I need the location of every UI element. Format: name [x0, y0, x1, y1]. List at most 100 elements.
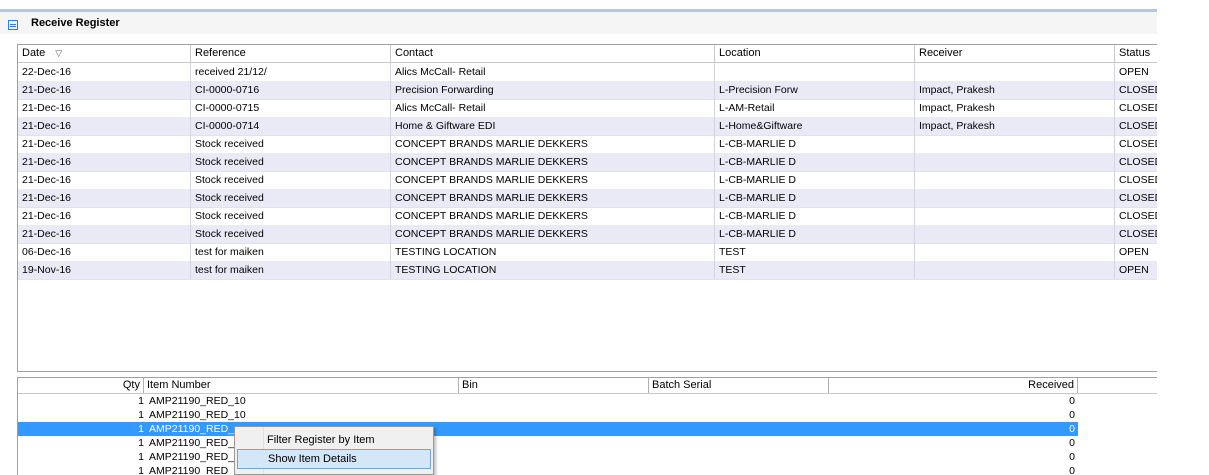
cell-qty: 1: [138, 423, 144, 435]
cell-status: CLOSED: [1119, 192, 1157, 204]
cell-reference: test for maiken: [191, 261, 391, 279]
column-header-status[interactable]: Status: [1115, 45, 1157, 62]
cell-receiver: [915, 189, 1115, 207]
cell-date: 22-Dec-16: [18, 63, 191, 81]
item-row[interactable]: 1 AMP21190_RED_10 0: [18, 394, 1078, 408]
cell-location: L-CB-MARLIE D: [715, 135, 915, 153]
cell-reference: CI-0000-0715: [191, 99, 391, 117]
column-header-item-number[interactable]: Item Number: [144, 378, 459, 393]
register-row[interactable]: 21-Dec-16 CI-0000-0716 Precision Forwardin…: [18, 81, 1157, 100]
cell-received: 0: [1069, 409, 1075, 421]
item-row[interactable]: 1 AMP21190_RED_10 0: [18, 408, 1078, 422]
cell-location: TEST: [715, 243, 915, 261]
cell-location: [715, 63, 915, 81]
column-header-batch-serial[interactable]: Batch Serial: [649, 378, 829, 393]
receive-register-grid[interactable]: Date ▽ Reference Contact Location Receive…: [17, 44, 1157, 372]
cell-contact: TESTING LOCATION: [391, 261, 715, 279]
cell-receiver: [915, 63, 1115, 81]
cell-status: CLOSED: [1119, 102, 1157, 114]
register-row[interactable]: 21-Dec-16 Stock received CONCEPT BRANDS MA…: [18, 153, 1157, 172]
register-header-row: Date ▽ Reference Contact Location Receive…: [18, 45, 1157, 63]
cell-receiver: [915, 153, 1115, 171]
register-row[interactable]: 21-Dec-16 Stock received CONCEPT BRANDS MA…: [18, 207, 1157, 226]
column-header-receiver[interactable]: Receiver: [915, 45, 1115, 62]
register-row[interactable]: 21-Dec-16 Stock received CONCEPT BRANDS MA…: [18, 135, 1157, 154]
cell-received: 0: [1069, 395, 1075, 407]
cell-reference: Stock received: [191, 189, 391, 207]
cell-location: L-CB-MARLIE D: [715, 153, 915, 171]
column-header-date[interactable]: Date ▽: [18, 45, 191, 62]
cell-receiver: Impact, Prakesh: [915, 99, 1115, 117]
cell-contact: CONCEPT BRANDS MARLIE DEKKERS: [391, 153, 715, 171]
cell-reference: Stock received: [191, 225, 391, 243]
cell-reference: test for maiken: [191, 243, 391, 261]
cell-qty: 1: [138, 409, 144, 421]
register-row[interactable]: 22-Dec-16 received 21/12/Alics McCall- Re…: [18, 63, 1157, 82]
cell-reference: Stock received: [191, 153, 391, 171]
cell-receiver: [915, 243, 1115, 261]
panel-header: [0, 12, 1157, 34]
cell-qty: 1: [138, 437, 144, 449]
cell-contact: TESTING LOCATION: [391, 243, 715, 261]
cell-date: 06-Dec-16: [18, 243, 191, 261]
cell-contact: CONCEPT BRANDS MARLIE DEKKERS: [391, 207, 715, 225]
item-row[interactable]: 1 AMP21190_RED_ 0: [18, 436, 1078, 450]
cell-contact: Alics McCall- Retail: [391, 63, 715, 81]
cell-contact: CONCEPT BRANDS MARLIE DEKKERS: [391, 225, 715, 243]
column-header-location[interactable]: Location: [715, 45, 915, 62]
cell-location: L-CB-MARLIE D: [715, 207, 915, 225]
cell-date: 21-Dec-16: [18, 153, 191, 171]
cell-received: 0: [1069, 465, 1075, 475]
cell-item-number: AMP21190_RED_10: [149, 395, 246, 407]
cell-date: 21-Dec-16: [18, 225, 191, 243]
cell-receiver: Impact, Prakesh: [915, 81, 1115, 99]
cell-status: CLOSED: [1119, 120, 1157, 132]
item-row-selected[interactable]: 1 AMP21190_RED_ 0: [18, 422, 1078, 436]
column-header-bin[interactable]: Bin: [459, 378, 649, 393]
cell-contact: CONCEPT BRANDS MARLIE DEKKERS: [391, 171, 715, 189]
cell-status: CLOSED: [1119, 138, 1157, 150]
column-header-contact[interactable]: Contact: [391, 45, 715, 62]
cell-date: 21-Dec-16: [18, 117, 191, 135]
cell-status: OPEN: [1119, 246, 1149, 258]
cell-reference: Stock received: [191, 135, 391, 153]
cell-received: 0: [1069, 437, 1075, 449]
register-row[interactable]: 21-Dec-16 Stock received CONCEPT BRANDS MA…: [18, 171, 1157, 190]
cell-date: 21-Dec-16: [18, 81, 191, 99]
cell-status: CLOSED: [1119, 210, 1157, 222]
cell-status: CLOSED: [1119, 156, 1157, 168]
cell-contact: CONCEPT BRANDS MARLIE DEKKERS: [391, 189, 715, 207]
menu-item-show-item-details[interactable]: Show Item Details: [237, 449, 431, 469]
register-row[interactable]: 19-Nov-16 test for maiken TESTING LOCATION…: [18, 261, 1157, 280]
register-items-grid[interactable]: Qty Item Number Bin Batch Serial Receive…: [17, 377, 1157, 475]
cell-date: 21-Dec-16: [18, 171, 191, 189]
cell-location: L-Home&Giftware: [715, 117, 915, 135]
item-row[interactable]: 1 AMP21190_RED 0: [18, 464, 1078, 475]
column-header-reference[interactable]: Reference: [191, 45, 391, 62]
register-row[interactable]: 21-Dec-16 CI-0000-0714 Home & Giftware EDI…: [18, 117, 1157, 136]
register-row[interactable]: 21-Dec-16 Stock received CONCEPT BRANDS MA…: [18, 225, 1157, 244]
cell-status: CLOSED: [1119, 174, 1157, 186]
item-row[interactable]: 1 AMP21190_RED_ 0: [18, 450, 1078, 464]
cell-contact: Precision Forwarding: [391, 81, 715, 99]
cell-reference: CI-0000-0714: [191, 117, 391, 135]
cell-date: 21-Dec-16: [18, 189, 191, 207]
column-header-qty[interactable]: Qty: [18, 378, 144, 393]
cell-received: 0: [1069, 451, 1075, 463]
cell-receiver: Impact, Prakesh: [915, 117, 1115, 135]
cell-status: OPEN: [1119, 66, 1149, 78]
cell-date: 21-Dec-16: [18, 99, 191, 117]
cell-item-number: AMP21190_RED_10: [149, 409, 246, 421]
register-row[interactable]: 21-Dec-16 Stock received CONCEPT BRANDS MA…: [18, 189, 1157, 208]
register-row[interactable]: 21-Dec-16 CI-0000-0715 Alics McCall- Retai…: [18, 99, 1157, 118]
cell-location: L-CB-MARLIE D: [715, 171, 915, 189]
cell-reference: Stock received: [191, 207, 391, 225]
cell-qty: 1: [138, 395, 144, 407]
collapse-panel-icon[interactable]: [8, 20, 18, 30]
column-header-received[interactable]: Received: [829, 378, 1078, 393]
cell-received: 0: [1069, 423, 1075, 435]
cell-receiver: [915, 171, 1115, 189]
register-row[interactable]: 06-Dec-16 test for maiken TESTING LOCATION…: [18, 243, 1157, 262]
cell-status: OPEN: [1119, 264, 1149, 276]
menu-item-filter-register-by-item[interactable]: Filter Register by Item: [237, 430, 431, 450]
